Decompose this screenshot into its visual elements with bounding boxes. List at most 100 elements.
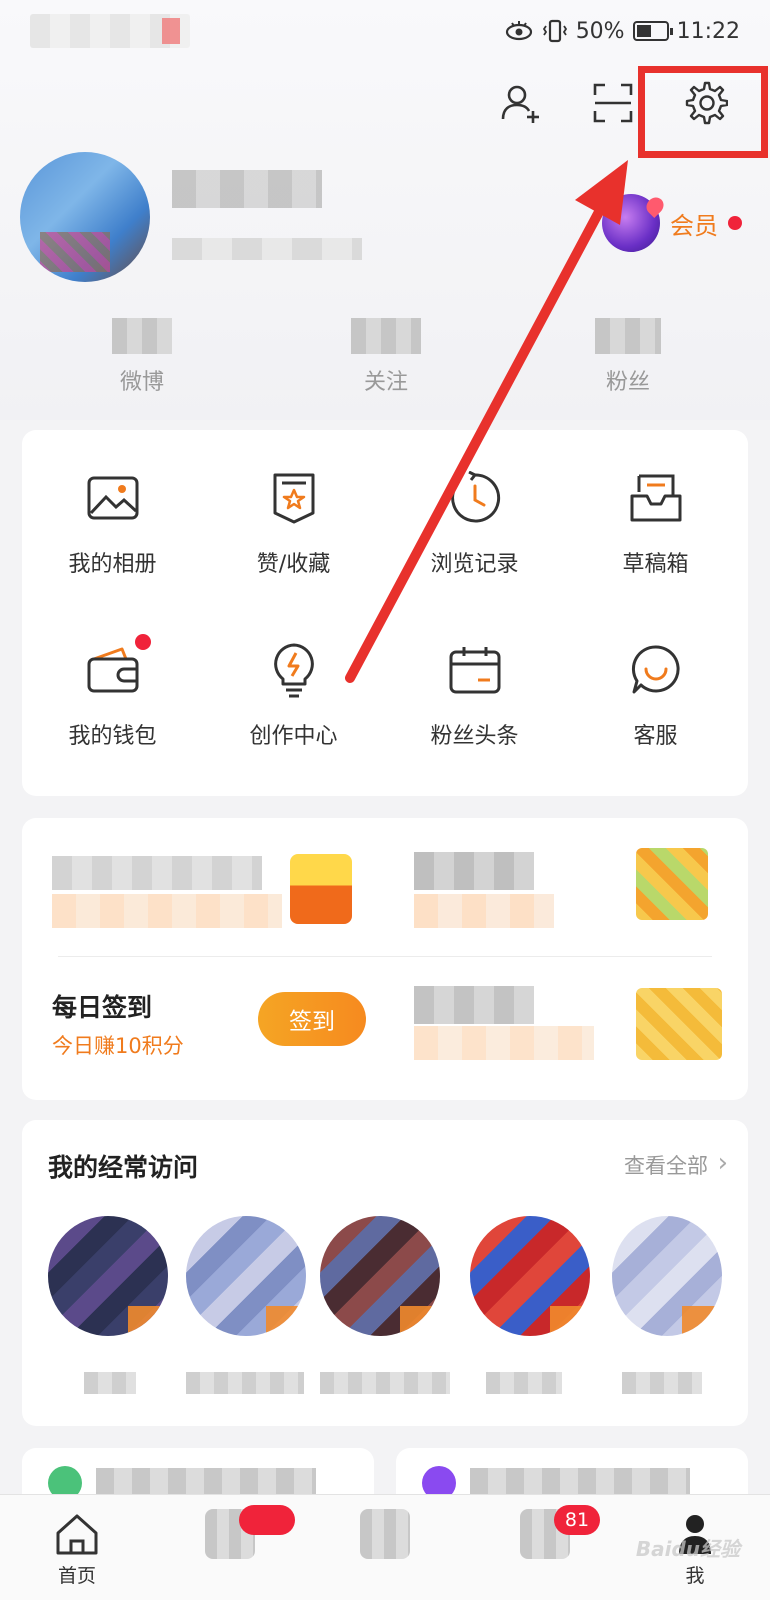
video-icon: [205, 1505, 295, 1559]
visit-avatar[interactable]: [48, 1216, 168, 1336]
wallet-notification-dot: [134, 634, 151, 650]
customer-service-icon: [626, 640, 686, 700]
fruit-reward-icon: [636, 848, 708, 920]
avatar[interactable]: [20, 152, 150, 282]
shortcut-label: 草稿箱: [622, 552, 689, 577]
visit-name-blurred: [186, 1372, 304, 1394]
shortcut-label: 我的相册: [68, 552, 157, 577]
nav-home[interactable]: 首页: [22, 1495, 132, 1600]
promo-title-blurred[interactable]: [414, 852, 534, 890]
visit-avatar[interactable]: [612, 1216, 722, 1336]
shortcut-grid-card: 我的相册 赞/收藏 浏览记录 草稿箱 我的钱包 创作中心 粉丝头条 客服: [22, 430, 748, 796]
stat-label: 微博: [119, 370, 164, 395]
shortcut-label: 我的钱包: [68, 724, 157, 749]
nav-label: 我: [685, 1565, 705, 1587]
frequent-visits-title: 我的经常访问: [48, 1153, 199, 1182]
shortcut-label: 创作中心: [249, 724, 338, 749]
drafts-icon: [626, 468, 686, 528]
shortcut-history[interactable]: 浏览记录: [384, 468, 565, 598]
message-badge: 81: [554, 1505, 600, 1535]
shortcut-creator-center[interactable]: 创作中心: [203, 640, 384, 770]
add-friend-icon: [501, 85, 539, 123]
fan-headline-icon: [445, 640, 505, 700]
shortcut-customer-service[interactable]: 客服: [565, 640, 746, 770]
battery-percent: 50%: [575, 18, 625, 44]
visit-avatar[interactable]: [320, 1216, 440, 1336]
clock: 11:22: [676, 18, 740, 44]
settings-button[interactable]: [680, 78, 730, 128]
stat-following[interactable]: 关注: [306, 318, 466, 396]
shortcut-label: 客服: [633, 724, 678, 749]
favorites-icon: [264, 468, 324, 528]
shortcut-fan-headline[interactable]: 粉丝头条: [384, 640, 565, 770]
scan-button[interactable]: [588, 78, 638, 128]
checkin-subtitle: 今日赚10积分: [52, 1034, 184, 1058]
shortcut-drafts[interactable]: 草稿箱: [565, 468, 746, 598]
nav-icon-blurred: [360, 1509, 410, 1559]
nav-label: 首页: [57, 1565, 96, 1587]
scan-icon: [593, 83, 633, 123]
bio-blurred: [172, 238, 362, 260]
coin-reward-icon: [290, 854, 352, 924]
message-icon: 81: [520, 1505, 600, 1559]
battery-icon: [632, 21, 673, 41]
member-entry[interactable]: 会员: [602, 194, 742, 252]
stat-count-blurred: [595, 318, 661, 354]
history-icon: [445, 468, 505, 528]
task-center-card: 每日签到 今日赚10积分 签到: [22, 818, 748, 1100]
frequent-visits-card: 我的经常访问 查看全部 ›: [22, 1120, 748, 1426]
visit-avatar[interactable]: [186, 1216, 306, 1336]
vibrate-icon: [542, 18, 568, 44]
member-notification-dot: [728, 216, 742, 230]
visit-name-blurred: [486, 1372, 562, 1394]
status-indicators: 50% 11:22: [504, 14, 740, 48]
divider: [58, 956, 712, 957]
stat-weibo[interactable]: 微博: [62, 318, 222, 396]
member-badge-icon: [602, 194, 660, 252]
status-bar: 50% 11:22: [0, 0, 770, 60]
visit-name-blurred: [622, 1372, 702, 1394]
gear-icon: [685, 81, 728, 125]
stat-followers[interactable]: 粉丝: [548, 318, 708, 396]
shortcut-label: 浏览记录: [430, 552, 519, 577]
view-all-link[interactable]: 查看全部: [624, 1150, 708, 1180]
shortcut-photo-album[interactable]: 我的相册: [22, 468, 203, 598]
eye-comfort-icon: [504, 20, 534, 42]
header-actions: [496, 78, 730, 128]
visit-avatar[interactable]: [470, 1216, 590, 1336]
shortcut-favorites[interactable]: 赞/收藏: [203, 468, 384, 598]
visit-name-blurred: [320, 1372, 450, 1394]
wallet-icon: [83, 634, 151, 700]
gift-reward-icon: [636, 988, 722, 1060]
discover-icon: [360, 1509, 410, 1559]
promo2-title-blurred[interactable]: [414, 986, 534, 1024]
shortcut-wallet[interactable]: 我的钱包: [22, 634, 203, 770]
stat-label: 粉丝: [605, 370, 650, 395]
shortcut-label: 粉丝头条: [430, 724, 519, 749]
nav-video[interactable]: [175, 1495, 295, 1600]
promo2-subtitle-blurred: [414, 1026, 594, 1060]
watermark: Baidu经验: [635, 1537, 740, 1561]
nav-discover[interactable]: [330, 1495, 440, 1600]
stat-count-blurred: [112, 318, 172, 354]
bottom-navigation: 首页 81 我 Baidu经验: [0, 1494, 770, 1600]
visit-name-blurred: [84, 1372, 136, 1394]
task-title-blurred[interactable]: [52, 856, 262, 890]
stat-label: 关注: [363, 370, 408, 395]
checkin-button[interactable]: 签到: [258, 992, 366, 1046]
stat-count-blurred: [351, 318, 421, 354]
nav-message[interactable]: 81: [490, 1495, 600, 1600]
promo-subtitle-blurred: [414, 894, 554, 928]
chevron-right-icon[interactable]: ›: [718, 1148, 728, 1178]
photo-album-icon: [83, 468, 143, 528]
member-label: 会员: [670, 211, 718, 240]
username-blurred[interactable]: [172, 170, 322, 208]
shortcut-label: 赞/收藏: [256, 552, 331, 577]
home-icon: [52, 1509, 102, 1559]
carrier-info-blurred: [30, 14, 190, 48]
nav-badge: [239, 1505, 295, 1535]
task-subtitle-blurred: [52, 894, 282, 928]
creator-bulb-icon: [264, 640, 324, 700]
checkin-title: 每日签到: [52, 993, 153, 1022]
add-friend-button[interactable]: [496, 78, 546, 128]
